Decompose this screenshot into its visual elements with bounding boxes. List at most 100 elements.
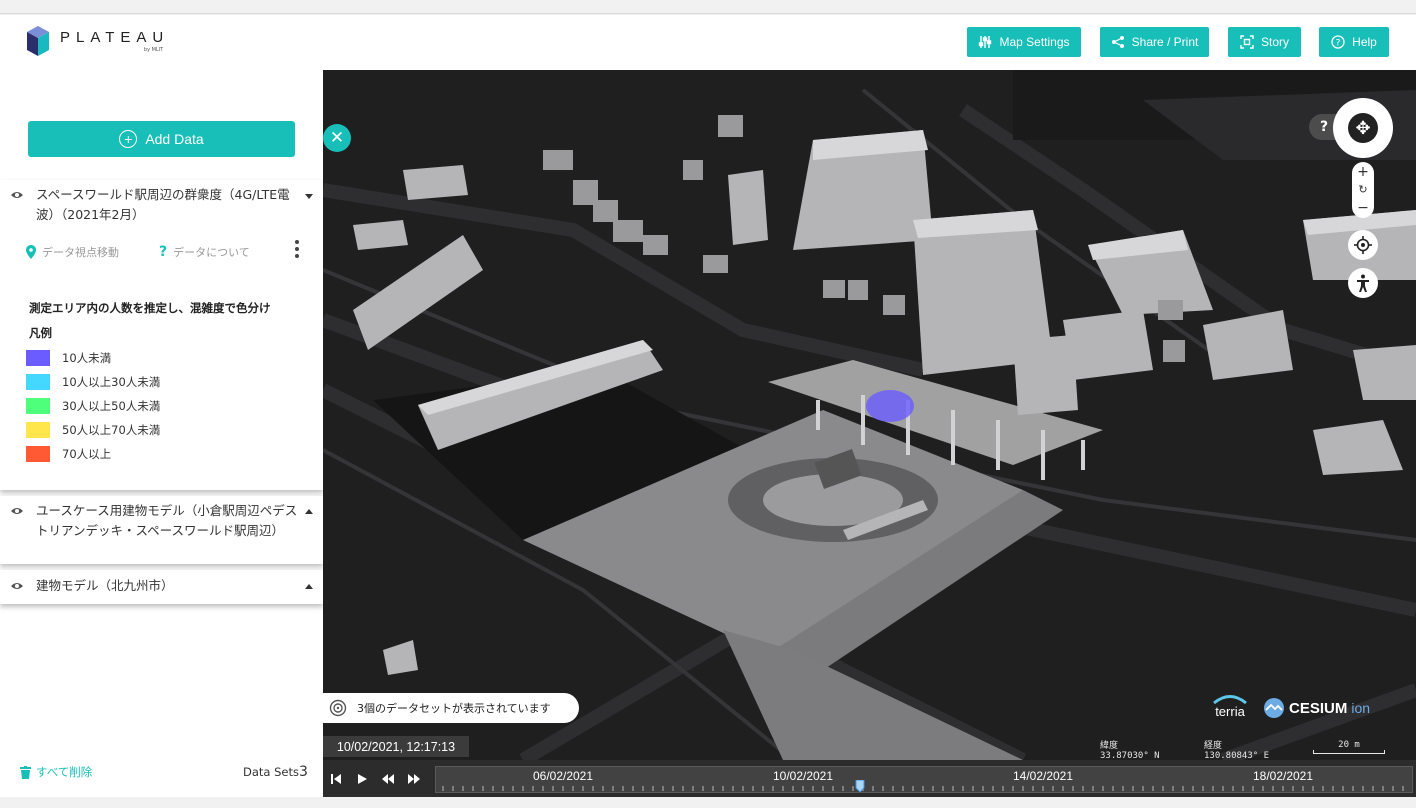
compass-control[interactable]: ✥ <box>1333 98 1393 158</box>
plateau-logo[interactable]: PLATEAU by MLIT <box>26 25 169 57</box>
plus-circle-icon: + <box>119 130 138 148</box>
expand-caret-icon[interactable] <box>305 584 313 589</box>
legend-item: 30人以上50人未満 <box>26 398 160 414</box>
workbench-item-title[interactable]: 建物モデル（北九州市） <box>36 576 298 596</box>
timeline-label: 10/02/2021 <box>772 769 834 783</box>
add-data-label: Add Data <box>145 131 204 147</box>
close-panel-button[interactable]: ✕ <box>323 124 351 152</box>
timeline-track[interactable]: 06/02/2021 10/02/2021 14/02/2021 18/02/2… <box>435 766 1413 793</box>
zoom-in-icon[interactable]: + <box>1357 164 1369 180</box>
legend-item-label: 70人以上 <box>62 447 112 461</box>
timeline-bar: 06/02/2021 10/02/2021 14/02/2021 18/02/2… <box>323 760 1416 797</box>
legend-item-label: 30人以上50人未満 <box>62 399 161 413</box>
cesium-ion-logo[interactable]: CESIUM ion <box>1263 697 1370 719</box>
reset-view-icon[interactable]: ↻ <box>1358 183 1367 196</box>
timeline-label: 14/02/2021 <box>1012 769 1074 783</box>
legend-item: 70人以上 <box>26 446 111 462</box>
zoom-control: + ↻ − <box>1352 162 1374 218</box>
trash-icon <box>20 765 31 779</box>
workbench-item-title[interactable]: ユースケース用建物モデル（小倉駅周辺ペデストリアンデッキ・スペースワールド駅周辺… <box>36 501 298 541</box>
play-icon[interactable] <box>349 760 375 797</box>
share-icon <box>1111 36 1124 48</box>
map-settings-label: Map Settings <box>999 35 1070 49</box>
collapse-caret-icon[interactable] <box>305 194 313 199</box>
about-data-label: データについて <box>173 246 250 259</box>
map-settings-button[interactable]: Map Settings <box>967 27 1081 57</box>
remove-all-button[interactable]: すべて削除 <box>20 764 92 780</box>
cesium-logo-icon <box>1264 698 1284 718</box>
legend-item: 50人以上70人未満 <box>26 422 160 438</box>
about-data-tool[interactable]: ? データについて <box>159 244 250 260</box>
cesium-label: CESIUM <box>1289 699 1348 717</box>
browser-bottom-strip <box>0 797 1416 808</box>
datasets-label: Data Sets <box>243 765 299 779</box>
legend-label: 凡例 <box>29 326 52 340</box>
timeline-label: 18/02/2021 <box>1252 769 1314 783</box>
move-view-tool[interactable]: データ視点移動 <box>26 244 119 260</box>
story-label: Story <box>1260 35 1289 49</box>
pan-arrows-icon: ✥ <box>1348 113 1378 143</box>
timeline-label: 06/02/2021 <box>532 769 594 783</box>
legend-heading: 測定エリア内の人数を推定し、混雑度で色分け <box>29 301 271 315</box>
fast-forward-icon[interactable] <box>401 760 427 797</box>
map-viewer[interactable] <box>323 70 1416 760</box>
legend-item: 10人以上30人未満 <box>26 374 160 390</box>
legend-swatch <box>26 446 50 462</box>
share-print-label: Share / Print <box>1131 35 1199 49</box>
current-time-display: 10/02/2021, 12:17:13 <box>323 736 469 757</box>
help-label: Help <box>1352 35 1377 49</box>
eye-icon[interactable] <box>10 506 24 516</box>
legend-swatch <box>26 374 50 390</box>
legend-item-label: 50人以上70人未満 <box>62 423 161 437</box>
workbench-item-crowd: スペースワールド駅周辺の群衆度（4G/LTE電波）（2021年2月） データ視点… <box>0 180 323 490</box>
eye-icon[interactable] <box>10 581 24 591</box>
zoom-out-icon[interactable]: − <box>1357 200 1369 216</box>
story-button[interactable]: Story <box>1228 27 1301 57</box>
app-header: PLATEAU by MLIT Map Settings Share / Pri… <box>0 15 1416 70</box>
more-options-icon[interactable] <box>295 240 299 258</box>
eye-icon[interactable] <box>10 190 24 200</box>
datasets-number: 3 <box>299 764 308 780</box>
dataset-status-text: 3個のデータセットが表示されています <box>357 702 551 715</box>
scale-label: 20 m <box>1338 740 1360 750</box>
ion-label: ion <box>1351 700 1371 716</box>
terria-wave-icon <box>1213 695 1247 704</box>
crosshair-icon <box>1354 236 1372 254</box>
person-icon <box>1357 274 1369 292</box>
legend-swatch <box>26 350 50 366</box>
location-pin-icon <box>26 245 36 259</box>
svg-text:?: ? <box>1336 39 1341 49</box>
3d-city-scene[interactable] <box>323 70 1416 760</box>
workbench-item-title[interactable]: スペースワールド駅周辺の群衆度（4G/LTE電波）（2021年2月） <box>36 185 298 225</box>
legend-swatch <box>26 398 50 414</box>
datasets-count: Data Sets3 <box>243 764 308 780</box>
jump-to-start-icon[interactable] <box>323 760 349 797</box>
remove-all-label: すべて削除 <box>36 765 93 779</box>
legend-item: 10人未満 <box>26 350 111 366</box>
move-view-label: データ視点移動 <box>42 246 119 259</box>
help-icon: ? <box>1331 35 1345 49</box>
add-data-button[interactable]: + Add Data <box>28 121 295 157</box>
sliders-icon <box>979 36 992 48</box>
legend-item-label: 10人以上30人未満 <box>62 375 161 389</box>
latitude-readout: 緯度 33.87030° N <box>1100 741 1160 761</box>
latitude-label: 緯度 <box>1100 741 1119 751</box>
terria-label: terria <box>1215 704 1245 719</box>
my-location-button[interactable] <box>1348 230 1378 260</box>
longitude-label: 経度 <box>1204 741 1223 751</box>
question-icon: ? <box>159 244 168 260</box>
share-print-button[interactable]: Share / Print <box>1100 27 1209 57</box>
plateau-cube-icon <box>27 26 49 56</box>
logo-subtitle: by MLIT <box>143 47 164 53</box>
terria-logo[interactable]: terria <box>1213 694 1247 719</box>
legend-item-label: 10人未満 <box>62 351 112 365</box>
workbench-item-usecase: ユースケース用建物モデル（小倉駅周辺ペデストリアンデッキ・スペースワールド駅周辺… <box>0 496 323 564</box>
dataset-status-pill[interactable]: 3個のデータセットが表示されています <box>323 693 579 723</box>
pedestrian-mode-button[interactable] <box>1348 268 1378 298</box>
layers-signal-icon <box>329 699 347 717</box>
help-button[interactable]: ? Help <box>1319 27 1389 57</box>
logo-title: PLATEAU <box>60 29 170 46</box>
timeline-scrubber-icon[interactable] <box>855 780 865 792</box>
expand-caret-icon[interactable] <box>305 509 313 514</box>
rewind-icon[interactable] <box>375 760 401 797</box>
